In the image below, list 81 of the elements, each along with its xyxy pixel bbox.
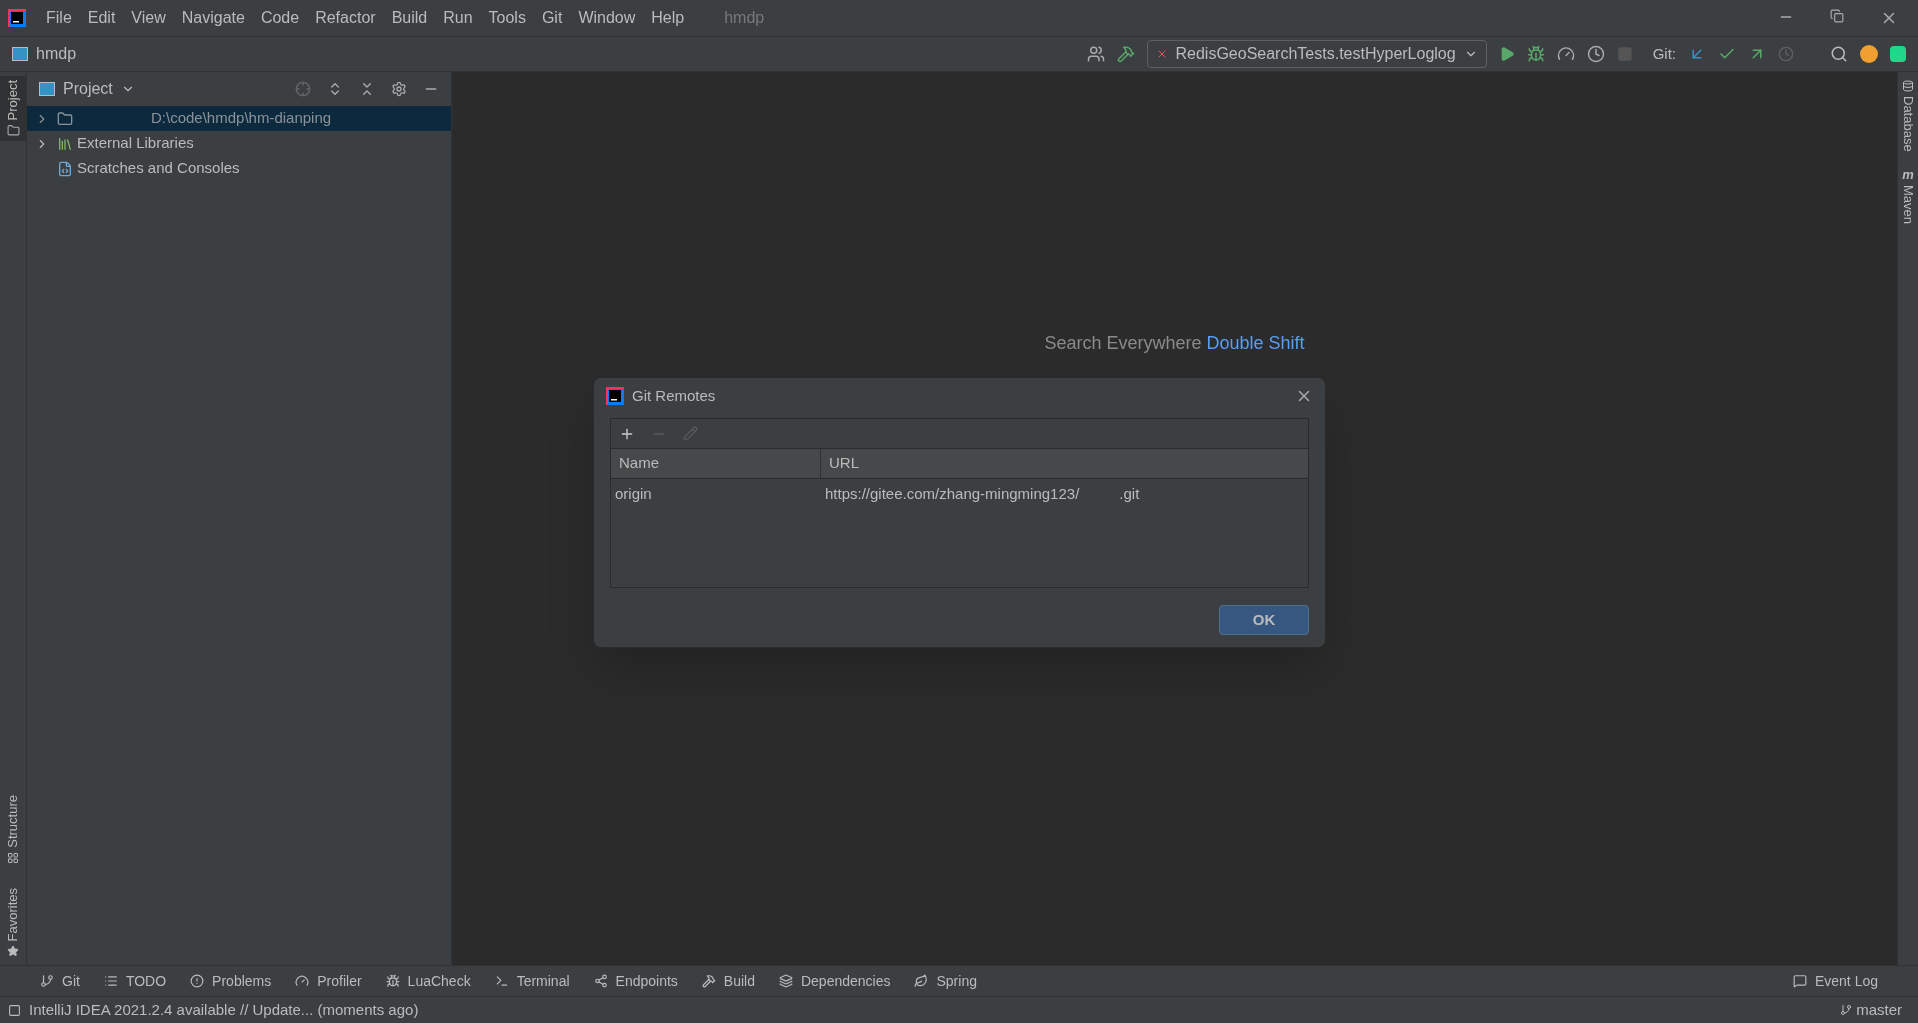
branch-icon <box>40 974 54 988</box>
star-icon <box>7 945 19 957</box>
tree-item[interactable]: External Libraries <box>27 131 451 156</box>
menu-item[interactable]: Navigate <box>181 6 245 30</box>
library-icon <box>57 135 73 152</box>
module-icon <box>12 47 28 61</box>
menu-item[interactable]: File <box>46 6 72 30</box>
breadcrumb[interactable]: hmdp <box>36 42 77 66</box>
panel-toggle-icon[interactable] <box>8 1003 21 1017</box>
tool-window-button[interactable]: Problems <box>190 970 272 992</box>
status-message: IntelliJ IDEA 2021.2.4 available // Update... (moments ago) <box>29 999 419 1020</box>
search-everywhere-hint: Search Everywhere <box>1044 333 1202 353</box>
dialog-logo <box>606 387 624 405</box>
grid-icon <box>7 851 19 864</box>
search-icon[interactable] <box>1830 45 1848 63</box>
tool-window-button[interactable]: Endpoints <box>593 970 678 992</box>
tool-window-button[interactable]: TODO <box>103 970 167 992</box>
menu-item[interactable]: Run <box>443 6 473 30</box>
tool-window-button[interactable]: Dependencies <box>778 970 891 992</box>
event-log-button[interactable]: Event Log <box>1792 970 1878 992</box>
app-logo <box>8 9 26 27</box>
tree-item[interactable]: D:\code\hmdp\hm-dianping <box>27 106 451 131</box>
maven-icon: m <box>1902 167 1914 181</box>
shortcut-hint: Double Shift <box>1206 333 1305 353</box>
tool-window-button[interactable]: Profiler <box>295 970 362 992</box>
settings-icon[interactable] <box>391 81 407 97</box>
menu-item[interactable]: Edit <box>87 6 116 30</box>
column-header[interactable]: Name <box>611 449 821 478</box>
profile-icon[interactable] <box>1586 45 1605 63</box>
branch-icon <box>1840 1004 1853 1016</box>
tool-window-tab[interactable]: Favorites <box>0 883 26 961</box>
panel-title[interactable]: Project <box>63 77 113 101</box>
menu-item[interactable]: Help <box>651 6 685 30</box>
gauge-icon <box>295 974 310 988</box>
alert-icon <box>190 974 205 988</box>
nodes-icon <box>593 974 608 988</box>
database-icon <box>1902 80 1914 92</box>
menu-item[interactable]: Build <box>391 6 428 30</box>
restore-icon[interactable] <box>1830 9 1844 23</box>
tool-window-button[interactable]: LuaCheck <box>385 970 471 992</box>
tool-window-button[interactable]: Build <box>701 970 755 992</box>
column-header[interactable]: URL <box>821 449 1308 478</box>
folder-icon <box>57 110 73 127</box>
table-cell-text: origin <box>614 483 653 504</box>
scratch-icon <box>57 160 73 177</box>
folder-icon <box>6 124 20 138</box>
dialog-title: Git Remotes <box>632 385 716 406</box>
panel-icon <box>39 82 55 96</box>
update-badge-icon[interactable] <box>1860 45 1878 63</box>
hammer-icon[interactable] <box>1116 45 1135 63</box>
menu-item[interactable]: Tools <box>488 6 526 30</box>
tool-window-tab[interactable]: m Maven <box>1898 167 1918 224</box>
menu-item[interactable]: Code <box>260 6 300 30</box>
terminal-icon <box>494 974 509 988</box>
bug-icon <box>385 974 400 988</box>
tool-window-tab[interactable]: Project <box>0 76 26 142</box>
ok-button[interactable]: OK <box>1219 605 1309 635</box>
tool-window-button[interactable]: Spring <box>914 970 977 992</box>
tool-window-tab[interactable]: Database <box>1898 80 1918 152</box>
branch-widget[interactable]: master <box>1840 998 1910 1022</box>
window-title: hmdp <box>724 8 765 28</box>
toolbox-icon[interactable] <box>1890 46 1906 62</box>
tool-window-tab[interactable]: Structure <box>0 790 26 868</box>
menu-item[interactable]: Refactor <box>315 6 376 30</box>
users-icon[interactable] <box>1086 45 1105 63</box>
run-config-dropdown[interactable]: RedisGeoSearchTests.testHyperLoglog <box>1146 40 1487 68</box>
leaf-icon <box>914 974 929 988</box>
menu-item[interactable]: View <box>131 6 166 30</box>
menu-item[interactable]: Window <box>578 6 636 30</box>
tool-window-button[interactable]: Terminal <box>494 970 570 992</box>
layers-icon <box>778 974 793 988</box>
coverage-icon[interactable] <box>1556 45 1575 63</box>
tree-item[interactable]: Scratches and Consoles <box>27 156 451 181</box>
hammer-icon <box>701 974 716 988</box>
tool-window-button[interactable]: Git <box>40 970 80 992</box>
git-label: Git: <box>1652 43 1676 64</box>
list-icon <box>103 974 118 988</box>
table-cell-text: https://gitee.com/zhang-mingming123/ .git <box>824 483 1140 504</box>
speech-bubble-icon <box>1792 974 1807 988</box>
debug-icon[interactable] <box>1526 45 1545 63</box>
menu-item[interactable]: Git <box>541 6 563 30</box>
